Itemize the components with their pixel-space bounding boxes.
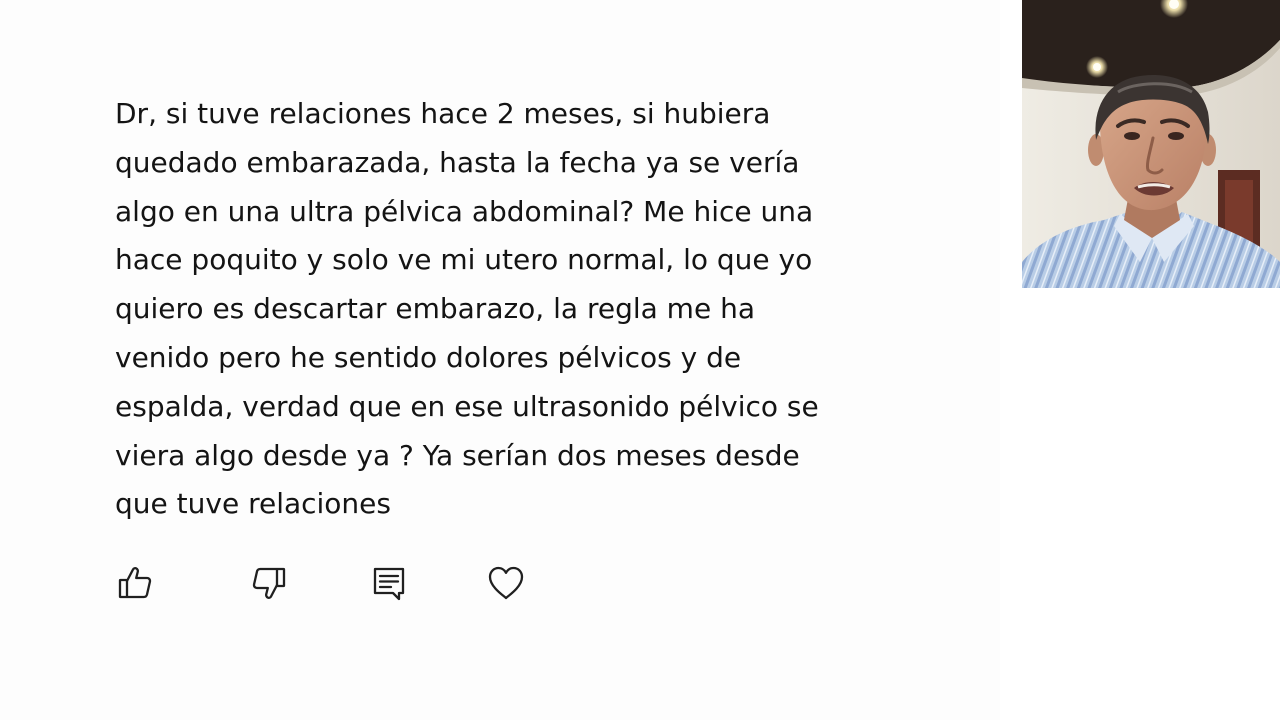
comment-line: quedado embarazada, hasta la fecha ya se… xyxy=(115,145,800,179)
comment-line: algo en una ultra pélvica abdominal? Me … xyxy=(115,194,814,228)
comment-actions xyxy=(112,560,542,606)
reply-button[interactable] xyxy=(366,560,412,606)
comment-text: Dr, si tuve relaciones hace 2 meses, si … xyxy=(115,90,875,529)
like-button[interactable] xyxy=(112,560,158,606)
webcam-overlay xyxy=(1022,0,1280,288)
presenter-video-image xyxy=(1022,0,1280,288)
heart-icon xyxy=(488,566,524,600)
thumbs-down-icon xyxy=(252,567,286,599)
heart-button[interactable] xyxy=(483,560,529,606)
comment-line: venido pero he sentido dolores pélvicos … xyxy=(115,340,742,374)
comment-line: quiero es descartar embarazo, la regla m… xyxy=(115,292,755,326)
comment-line: viera algo desde ya ? Ya serían dos mese… xyxy=(115,438,800,472)
reply-comment-icon xyxy=(373,567,405,601)
thumbs-up-icon xyxy=(118,567,152,599)
video-frame: Dr, si tuve relaciones hace 2 meses, si … xyxy=(0,0,1280,720)
comment-line: que tuve relaciones xyxy=(115,487,391,521)
dislike-button[interactable] xyxy=(246,560,292,606)
comment-card: Dr, si tuve relaciones hace 2 meses, si … xyxy=(0,0,1000,720)
comment-line: Dr, si tuve relaciones hace 2 meses, si … xyxy=(115,97,771,130)
comment-line: hace poquito y solo ve mi utero normal, … xyxy=(115,243,813,277)
comment-line: espalda, verdad que en ese ultrasonido p… xyxy=(115,389,819,423)
